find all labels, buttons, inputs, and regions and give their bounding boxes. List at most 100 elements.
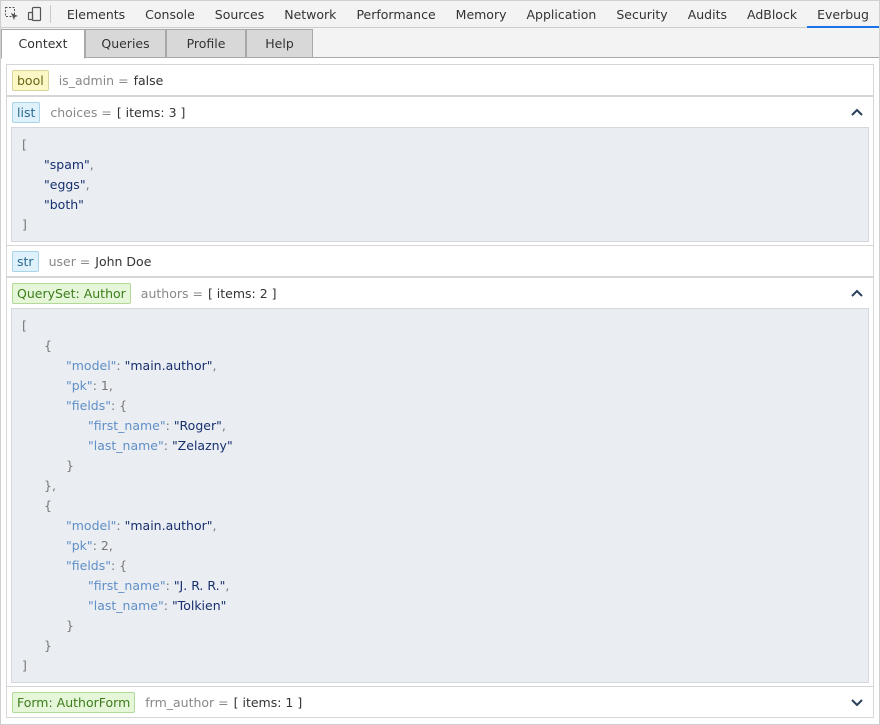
- json-punct: [: [22, 318, 27, 333]
- json-punct: ,: [221, 418, 226, 433]
- tab-context[interactable]: Context: [1, 29, 85, 59]
- json-punct: }: [66, 618, 74, 633]
- variable-value: John Doe: [95, 253, 152, 269]
- variable-header[interactable]: list choices = [ items: 3 ]: [7, 97, 873, 127]
- variable-header[interactable]: Form: AuthorForm frm_author = [ items: 1…: [7, 687, 873, 717]
- json-punct: }: [66, 458, 74, 473]
- variable-row-authors: QuerySet: Author authors = [ items: 2 ] …: [6, 277, 874, 689]
- devtools-tab-performance[interactable]: Performance: [346, 1, 445, 28]
- variable-name: is_admin =: [58, 72, 129, 88]
- json-view: [{"model": "main.author", "pk": 1, "fields…: [11, 308, 869, 683]
- devtools-tab-sources[interactable]: Sources: [205, 1, 274, 28]
- chevron-up-icon[interactable]: [849, 104, 865, 120]
- inspect-element-icon[interactable]: [1, 1, 24, 27]
- json-line: }: [12, 616, 868, 636]
- json-line: },: [12, 476, 868, 496]
- json-line: {: [12, 336, 868, 356]
- json-line: "model": "main.author",: [12, 516, 868, 536]
- json-punct: : {: [110, 398, 128, 413]
- variable-name: user =: [48, 253, 91, 269]
- devtools-tab-memory[interactable]: Memory: [446, 1, 517, 28]
- json-punct: ]: [22, 217, 27, 232]
- json-punct: : 2,: [92, 538, 113, 553]
- json-punct: :: [165, 578, 174, 593]
- json-line: }: [12, 456, 868, 476]
- json-key: "last_name": [88, 598, 164, 613]
- json-key: "first_name": [88, 578, 166, 593]
- json-line: "first_name": "Roger",: [12, 416, 868, 436]
- json-key: "pk": [66, 378, 93, 393]
- devtools-tab-security[interactable]: Security: [606, 1, 677, 28]
- json-string: "spam": [44, 157, 90, 172]
- chevron-up-icon[interactable]: [849, 285, 865, 301]
- json-punct: ,: [89, 157, 94, 172]
- tab-help[interactable]: Help: [246, 29, 313, 58]
- json-line: "spam",: [12, 155, 868, 175]
- type-badge: bool: [12, 69, 49, 91]
- json-line: "last_name": "Tolkien": [12, 596, 868, 616]
- variable-row-user: str user = John Doe: [6, 245, 874, 277]
- variable-row-is-admin: bool is_admin = false: [6, 64, 874, 96]
- toolbar-separator: [50, 5, 51, 23]
- json-punct: :: [116, 518, 125, 533]
- json-punct: : {: [110, 558, 128, 573]
- json-string: "J. R. R.": [173, 578, 226, 593]
- devtools-toolbar: Elements Console Sources Network Perform…: [1, 1, 879, 28]
- json-line: "first_name": "J. R. R.",: [12, 576, 868, 596]
- json-line: [: [12, 135, 868, 155]
- devtools-tab-elements[interactable]: Elements: [57, 1, 135, 28]
- json-line: {: [12, 496, 868, 516]
- json-punct: : 1,: [92, 378, 113, 393]
- json-line: "pk": 2,: [12, 536, 868, 556]
- json-punct: ,: [212, 358, 217, 373]
- variable-header[interactable]: QuerySet: Author authors = [ items: 2 ]: [7, 278, 873, 308]
- json-line: "last_name": "Zelazny": [12, 436, 868, 456]
- json-punct: ,: [212, 518, 217, 533]
- variable-value: [ items: 3 ]: [116, 104, 186, 120]
- json-string: "both": [44, 197, 84, 212]
- json-punct: :: [163, 598, 172, 613]
- devtools-tab-network[interactable]: Network: [274, 1, 346, 28]
- type-badge: Form: AuthorForm: [12, 691, 136, 713]
- devtools-tab-console[interactable]: Console: [135, 1, 205, 28]
- type-badge: list: [12, 101, 41, 123]
- variable-name: frm_author =: [145, 694, 229, 710]
- json-string: "Tolkien": [171, 598, 227, 613]
- json-line: }: [12, 636, 868, 656]
- json-view: ["spam", "eggs", "both"]: [11, 127, 869, 242]
- json-line: ]: [12, 656, 868, 676]
- json-string: "main.author": [124, 518, 213, 533]
- devtools-tab-audits[interactable]: Audits: [678, 1, 737, 28]
- json-punct: ,: [85, 177, 90, 192]
- type-badge: str: [12, 250, 39, 272]
- variable-name: choices =: [50, 104, 112, 120]
- variable-name: authors =: [140, 285, 203, 301]
- tab-queries[interactable]: Queries: [85, 29, 166, 58]
- json-key: "model": [66, 518, 117, 533]
- devtools-tab-adblock[interactable]: AdBlock: [737, 1, 807, 28]
- json-punct: {: [44, 338, 52, 353]
- json-line: "pk": 1,: [12, 376, 868, 396]
- device-toolbar-icon[interactable]: [24, 1, 47, 27]
- tab-profile[interactable]: Profile: [166, 29, 246, 58]
- devtools-tab-everbug[interactable]: Everbug: [807, 1, 879, 28]
- json-punct: :: [163, 438, 172, 453]
- chevron-down-icon[interactable]: [849, 694, 865, 710]
- json-line: [: [12, 316, 868, 336]
- json-line: ]: [12, 215, 868, 235]
- json-punct: {: [44, 498, 52, 513]
- devtools-tab-application[interactable]: Application: [517, 1, 607, 28]
- json-key: "pk": [66, 538, 93, 553]
- variable-value: [ items: 2 ]: [207, 285, 277, 301]
- json-string: "eggs": [44, 177, 86, 192]
- json-key: "model": [66, 358, 117, 373]
- json-punct: :: [116, 358, 125, 373]
- json-key: "fields": [66, 398, 111, 413]
- json-punct: ,: [225, 578, 230, 593]
- json-key: "last_name": [88, 438, 164, 453]
- json-line: "eggs",: [12, 175, 868, 195]
- json-punct: }: [44, 638, 52, 653]
- json-line: "both": [12, 195, 868, 215]
- variable-header: bool is_admin = false: [7, 65, 873, 95]
- variable-header: str user = John Doe: [7, 246, 873, 276]
